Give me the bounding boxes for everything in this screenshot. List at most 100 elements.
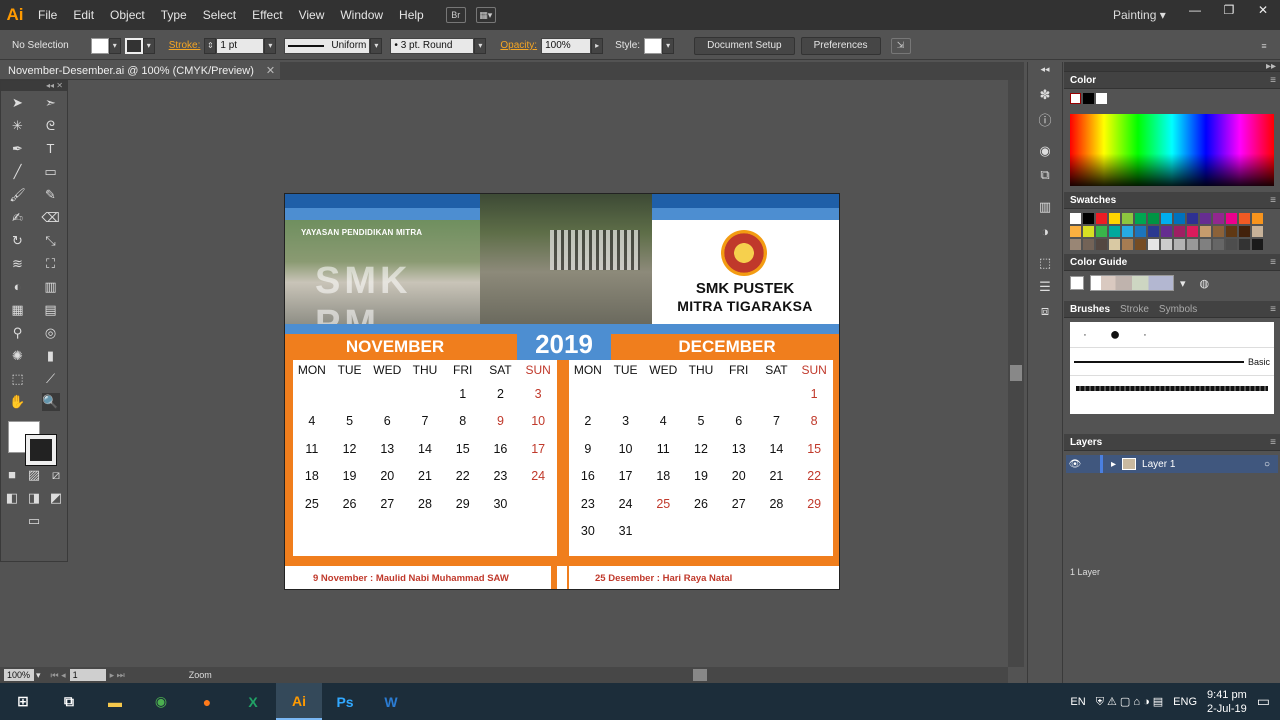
dock-collapse-icon[interactable]: ◂◂: [1031, 64, 1059, 74]
opacity-link[interactable]: Opacity:: [500, 40, 537, 51]
align-icon[interactable]: ☰: [1031, 276, 1059, 298]
gradient-panel-icon[interactable]: ▥: [1031, 196, 1059, 218]
layers-menu-icon[interactable]: ≡: [1270, 437, 1276, 448]
color-spectrum[interactable]: [1070, 114, 1274, 186]
swatch[interactable]: [1187, 239, 1198, 250]
swatch[interactable]: [1252, 213, 1263, 224]
brush-definition[interactable]: • 3 pt. Round: [390, 37, 475, 54]
blend-tool-icon[interactable]: ◎: [42, 324, 60, 342]
control-panel-menu-icon[interactable]: ≡: [1254, 38, 1274, 54]
width-tool-icon[interactable]: ≋: [9, 255, 27, 273]
swatch[interactable]: [1148, 239, 1159, 250]
transparency-icon[interactable]: ◑: [1031, 220, 1059, 242]
brush-large-dot-icon[interactable]: ●: [1100, 324, 1130, 345]
swatch[interactable]: [1252, 226, 1263, 237]
screen-mode-icon[interactable]: ▭: [25, 512, 43, 530]
eyedropper-tool-icon[interactable]: ⚲: [9, 324, 27, 342]
symbols-icon[interactable]: ✽: [1031, 84, 1059, 106]
swatch[interactable]: [1200, 239, 1211, 250]
input-language-short[interactable]: EN: [1070, 696, 1085, 708]
tray-icons[interactable]: ⛨ ⚠ ▢ ⌂ ◑ ▤: [1096, 695, 1163, 709]
appearance-icon[interactable]: ◉: [1031, 140, 1059, 162]
brushes-menu-icon[interactable]: ≡: [1270, 304, 1276, 315]
layer-name[interactable]: Layer 1: [1142, 459, 1175, 470]
column-graph-tool-icon[interactable]: ▮: [42, 347, 60, 365]
horizontal-scrollbar[interactable]: [396, 667, 1008, 683]
stroke-weight-field[interactable]: 1 pt: [216, 37, 265, 54]
shape-builder-tool-icon[interactable]: ◐: [9, 278, 27, 296]
swatches-tab-label[interactable]: Swatches: [1070, 195, 1116, 206]
stroke-link[interactable]: Stroke:: [169, 40, 201, 51]
artboard-nav-icons[interactable]: ⏮ ◂: [51, 670, 66, 681]
swatch[interactable]: [1226, 239, 1237, 250]
color-guide-menu-icon[interactable]: ≡: [1270, 257, 1276, 268]
black-swatch[interactable]: [1083, 93, 1094, 104]
edit-colors-icon[interactable]: ◍: [1200, 277, 1210, 290]
stroke-dropdown-icon[interactable]: ▾: [142, 37, 155, 54]
workspace-switcher[interactable]: Painting ▾: [1113, 0, 1166, 30]
style-dropdown-icon[interactable]: ▾: [662, 37, 675, 54]
photoshop-icon[interactable]: Ps: [322, 683, 368, 720]
notifications-icon[interactable]: ▭: [1257, 693, 1270, 710]
menu-type[interactable]: Type: [153, 0, 195, 30]
vertical-scroll-thumb[interactable]: [1010, 365, 1022, 381]
brush-tiny-dot-icon[interactable]: ·: [1130, 329, 1160, 341]
swatch[interactable]: [1148, 213, 1159, 224]
rotate-tool-icon[interactable]: ↻: [9, 232, 27, 250]
artboard-number-field[interactable]: 1: [69, 669, 106, 681]
panels-collapse-icon[interactable]: ▸▸: [1266, 61, 1276, 72]
color-mode-icon[interactable]: ■: [3, 466, 21, 484]
clock[interactable]: 9:41 pm 2-Jul-19: [1207, 688, 1247, 716]
swatch[interactable]: [1213, 213, 1224, 224]
swatch[interactable]: [1161, 239, 1172, 250]
perspective-grid-tool-icon[interactable]: ▥: [42, 278, 60, 296]
opacity-dropdown-icon[interactable]: ▸: [591, 37, 604, 54]
swatch[interactable]: [1161, 213, 1172, 224]
none-mode-icon[interactable]: ⧄: [47, 466, 65, 484]
selection-tool-icon[interactable]: ➤: [9, 94, 27, 112]
color-panel-menu-icon[interactable]: ≡: [1270, 75, 1276, 86]
white-swatch[interactable]: [1096, 93, 1107, 104]
color-guide-tab-label[interactable]: Color Guide: [1070, 257, 1127, 268]
brushes-tab[interactable]: Brushes: [1070, 304, 1110, 315]
opacity-field[interactable]: 100%: [541, 37, 592, 54]
swatch[interactable]: [1226, 213, 1237, 224]
swatch[interactable]: [1070, 239, 1081, 250]
swatch[interactable]: [1187, 226, 1198, 237]
expand-triangle-icon[interactable]: ▸: [1111, 459, 1116, 470]
brush-library[interactable]: · ● · Basic: [1070, 322, 1274, 414]
firefox-icon[interactable]: ●: [184, 683, 230, 720]
windows-start-icon[interactable]: ⊞: [0, 683, 46, 720]
swatch[interactable]: [1109, 226, 1120, 237]
swatch[interactable]: [1135, 239, 1146, 250]
charcoal-brush-row[interactable]: [1070, 376, 1274, 400]
swatch[interactable]: [1122, 226, 1133, 237]
swatch[interactable]: [1122, 213, 1133, 224]
swatch[interactable]: [1174, 213, 1185, 224]
tools-panel-header[interactable]: ◂◂ ✕: [1, 81, 67, 91]
slice-tool-icon[interactable]: ⟋: [42, 370, 60, 388]
info-icon[interactable]: ⓘ: [1031, 108, 1059, 130]
zoom-level-field[interactable]: 100%: [4, 669, 34, 681]
swatch[interactable]: [1083, 213, 1094, 224]
stroke-weight-stepper[interactable]: ⇕: [204, 37, 217, 54]
swatch[interactable]: [1096, 239, 1107, 250]
artboard-tool-icon[interactable]: ⬚: [9, 370, 27, 388]
base-color-swatch[interactable]: [1070, 276, 1084, 290]
swatch[interactable]: [1070, 213, 1081, 224]
swatch[interactable]: [1161, 226, 1172, 237]
menu-effect[interactable]: Effect: [244, 0, 290, 30]
align-options-icon[interactable]: ⇲: [890, 37, 911, 54]
swatch[interactable]: [1083, 239, 1094, 250]
zoom-dropdown-icon[interactable]: ▾: [36, 670, 41, 681]
excel-icon[interactable]: X: [230, 683, 276, 720]
task-view-icon[interactable]: ⧉: [46, 683, 92, 720]
pencil-tool-icon[interactable]: ✎: [42, 186, 60, 204]
menu-edit[interactable]: Edit: [65, 0, 102, 30]
input-language[interactable]: ENG: [1173, 696, 1197, 708]
swatch[interactable]: [1083, 226, 1094, 237]
pathfinder-icon[interactable]: ⧈: [1031, 300, 1059, 322]
profile-dropdown-icon[interactable]: ▾: [370, 37, 383, 54]
bridge-button[interactable]: Br: [445, 7, 466, 23]
line-tool-icon[interactable]: ╱: [9, 163, 27, 181]
